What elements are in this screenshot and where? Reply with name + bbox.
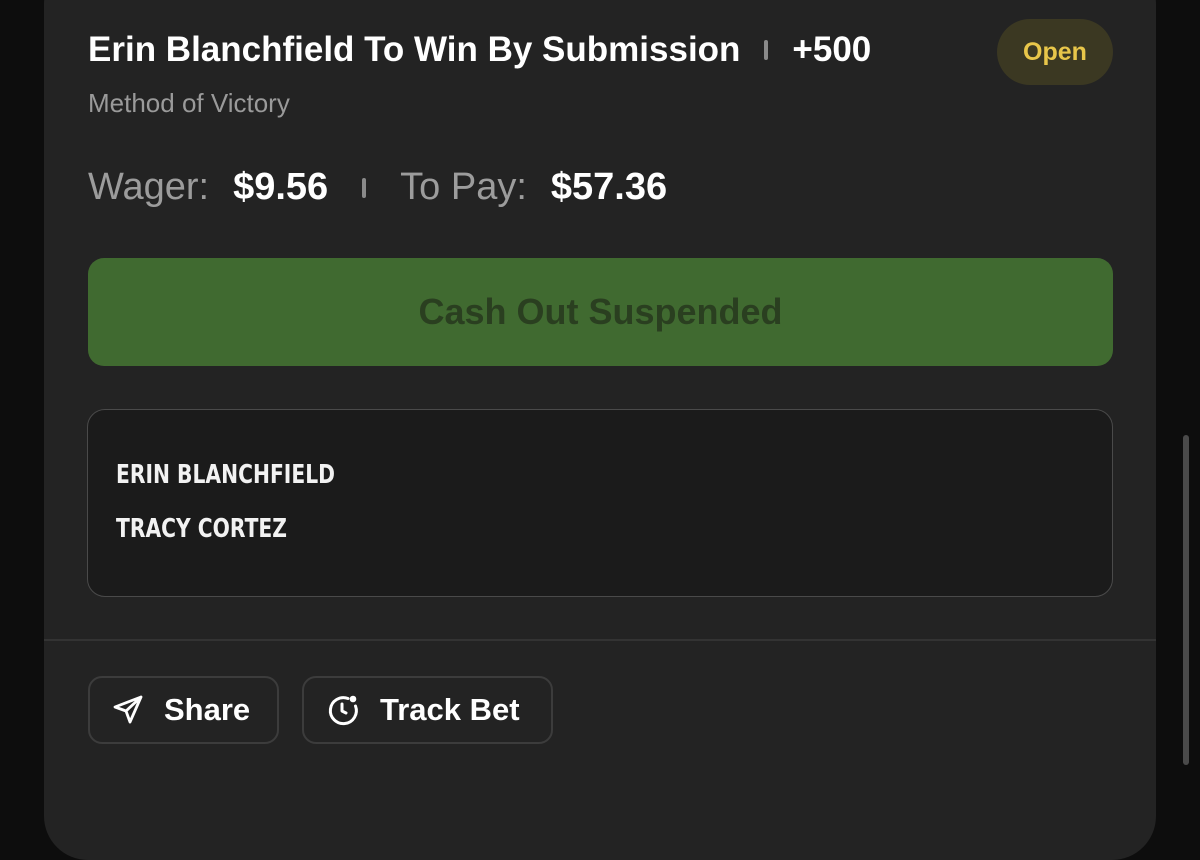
- divider: [44, 639, 1156, 641]
- to-pay-label: To Pay:: [400, 166, 527, 208]
- wager-separator: [362, 177, 367, 198]
- cash-out-button[interactable]: Cash Out Suspended: [88, 258, 1113, 366]
- bet-selection: Erin Blanchfield To Win By Submission: [88, 30, 741, 69]
- fighter-name: ERIN BLANCHFIELD: [116, 460, 335, 490]
- bet-odds: +500: [792, 30, 872, 69]
- wager-value: $9.56: [233, 166, 329, 208]
- share-button[interactable]: Share: [88, 676, 279, 744]
- wager-label: Wager:: [88, 166, 210, 208]
- fighter-name: TRACY CORTEZ: [116, 514, 288, 544]
- track-bet-button[interactable]: Track Bet: [302, 676, 553, 744]
- status-badge: Open: [997, 19, 1113, 85]
- wager-row: Wager: $9.56 To Pay: $57.36: [88, 166, 667, 209]
- to-pay-value: $57.36: [550, 166, 668, 208]
- bet-title: Erin Blanchfield To Win By Submission +5…: [88, 30, 871, 70]
- fighters-panel: ERIN BLANCHFIELD TRACY CORTEZ: [87, 409, 1113, 597]
- track-bet-label: Track Bet: [380, 692, 520, 727]
- track-clock-icon: [328, 695, 358, 726]
- send-icon: [113, 695, 143, 724]
- share-label: Share: [164, 692, 251, 727]
- market-label: Method of Victory: [88, 88, 290, 118]
- scrollbar[interactable]: [1183, 435, 1189, 765]
- title-separator: [764, 40, 769, 60]
